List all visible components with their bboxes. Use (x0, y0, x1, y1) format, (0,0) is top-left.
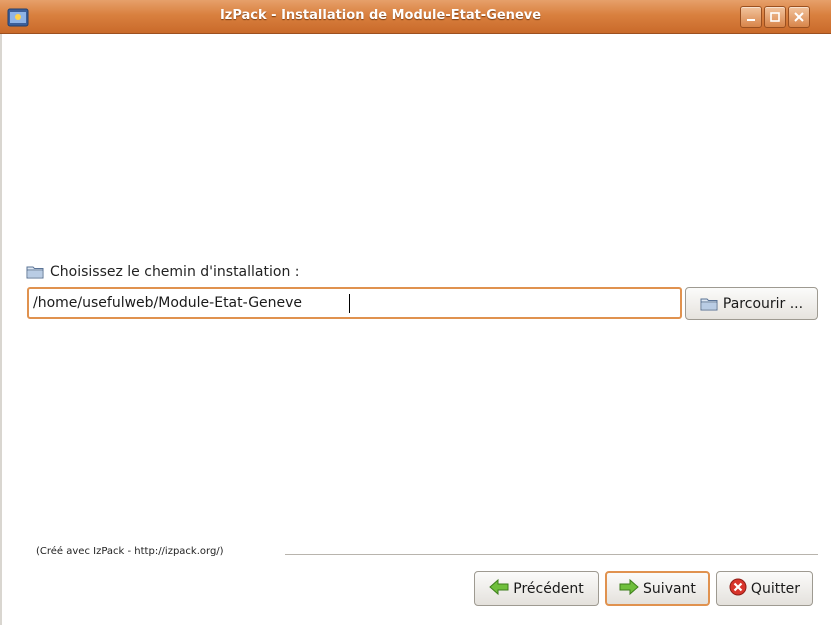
browse-button-label: Parcourir ... (722, 295, 804, 312)
window-title: IzPack - Installation de Module-Etat-Gen… (219, 8, 542, 23)
close-circle-icon (729, 578, 747, 600)
install-path-input[interactable] (27, 287, 682, 319)
izpack-credit: (Créé avec IzPack - http://izpack.org/) (36, 546, 224, 557)
next-button[interactable]: Suivant (605, 571, 710, 606)
installer-window: IzPack - Installation de Module-Etat-Gen… (0, 0, 831, 625)
folder-icon (26, 264, 44, 280)
minimize-button[interactable] (740, 6, 762, 28)
close-window-button[interactable] (788, 6, 810, 28)
previous-button[interactable]: Précédent (474, 571, 599, 606)
window-border (0, 34, 2, 625)
quit-button-label: Quitter (750, 580, 801, 597)
maximize-button[interactable] (764, 6, 786, 28)
arrow-right-icon (619, 578, 639, 600)
footer-separator (285, 554, 818, 555)
path-label-row: Choisissez le chemin d'installation : (26, 262, 299, 282)
previous-button-label: Précédent (513, 580, 584, 597)
arrow-left-icon (489, 578, 509, 600)
next-button-label: Suivant (643, 580, 696, 597)
install-path-label: Choisissez le chemin d'installation : (50, 264, 300, 280)
text-caret (349, 294, 350, 313)
folder-icon (700, 296, 718, 312)
browse-button[interactable]: Parcourir ... (685, 287, 818, 320)
quit-button[interactable]: Quitter (716, 571, 813, 606)
title-bar[interactable]: IzPack - Installation de Module-Etat-Gen… (0, 0, 831, 34)
